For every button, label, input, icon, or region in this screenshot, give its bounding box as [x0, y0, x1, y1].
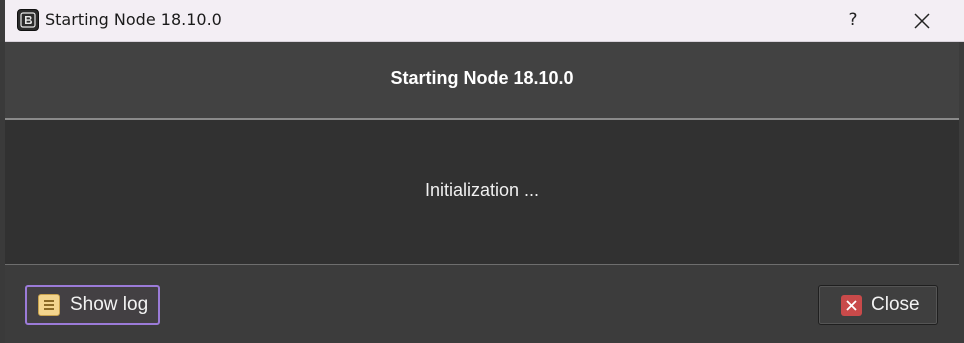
log-icon	[38, 294, 60, 316]
show-log-button[interactable]: Show log	[25, 285, 160, 325]
show-log-label: Show log	[70, 294, 149, 315]
close-red-icon	[841, 294, 862, 316]
dialog-footer: Show log Close	[5, 265, 959, 343]
title-bar[interactable]: Starting Node 18.10.0 ?	[5, 0, 964, 42]
dialog-content: Initialization ...	[5, 120, 959, 264]
status-text: Initialization ...	[424, 180, 540, 200]
help-button[interactable]: ?	[839, 6, 867, 34]
dialog-header: Starting Node 18.10.0	[5, 42, 959, 118]
close-icon[interactable]	[907, 6, 937, 36]
close-label: Close	[871, 294, 920, 315]
dialog-window: Starting Node 18.10.0 ? Starting Node 18…	[0, 0, 964, 343]
window-title: Starting Node 18.10.0	[45, 10, 222, 29]
header-title: Starting Node 18.10.0	[390, 68, 574, 88]
close-button[interactable]: Close	[818, 285, 938, 325]
b-logo-icon	[17, 9, 39, 31]
